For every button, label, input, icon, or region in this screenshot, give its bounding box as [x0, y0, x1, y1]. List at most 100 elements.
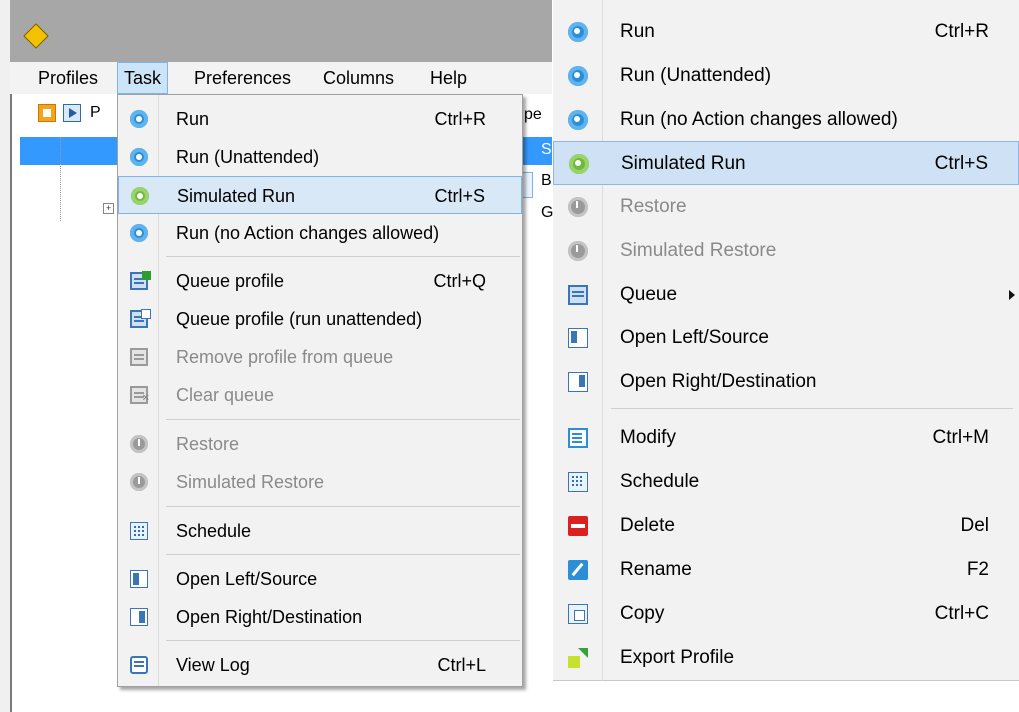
menu-item-label: Simulated Run: [177, 186, 296, 206]
menu-item-label: Run: [176, 109, 210, 129]
context-item-queue[interactable]: Queue: [553, 273, 1019, 317]
rename-icon: [568, 560, 588, 580]
menu-item-label: Restore: [620, 196, 687, 217]
tree-expand-icon[interactable]: +: [103, 203, 114, 214]
gear-icon: [568, 22, 588, 42]
gear-green-icon: [569, 154, 589, 174]
schedule-icon: [568, 472, 588, 492]
menu-item-label: Delete: [620, 515, 675, 536]
tree-header-fragment: P: [90, 104, 101, 121]
menu-item-run[interactable]: Run Ctrl+R: [118, 100, 522, 138]
menu-item-restore: Restore: [118, 425, 522, 463]
menu-item-label: Queue: [620, 284, 678, 305]
right-destination-icon: [568, 372, 588, 392]
menu-item-shortcut: Ctrl+R: [934, 21, 989, 42]
context-item-schedule[interactable]: Schedule: [553, 460, 1019, 504]
menu-item-view-log[interactable]: View Log Ctrl+L: [118, 646, 522, 684]
context-item-run[interactable]: Run Ctrl+R: [553, 10, 1019, 54]
menu-profiles[interactable]: Profiles: [32, 62, 104, 94]
column-header-fragment: pe: [524, 106, 542, 123]
context-item-run-unattended[interactable]: Run (Unattended): [553, 54, 1019, 98]
menu-item-label: Run (no Action changes allowed): [176, 223, 440, 243]
stop-icon[interactable]: [38, 104, 56, 122]
menu-item-queue-profile-unattended[interactable]: Queue profile (run unattended): [118, 300, 522, 338]
menu-item-schedule[interactable]: Schedule: [118, 512, 522, 550]
menu-item-shortcut: Ctrl+M: [932, 427, 989, 448]
menu-item-label: Copy: [620, 603, 665, 624]
schedule-icon: [130, 522, 148, 540]
menu-item-label: Schedule: [176, 521, 252, 541]
menu-separator: [166, 554, 520, 555]
play-icon[interactable]: [63, 104, 81, 122]
menu-columns[interactable]: Columns: [317, 62, 400, 94]
menu-separator: [611, 408, 1013, 409]
gear-icon: [130, 224, 148, 242]
menu-item-label: Run (Unattended): [620, 65, 772, 86]
submenu-arrow-icon: [1009, 290, 1015, 300]
log-icon: [130, 656, 148, 674]
modify-icon: [568, 428, 588, 448]
context-item-open-left-source[interactable]: Open Left/Source: [553, 316, 1019, 360]
context-item-modify[interactable]: Modify Ctrl+M: [553, 416, 1019, 460]
menu-item-open-left-source[interactable]: Open Left/Source: [118, 560, 522, 598]
gear-green-icon: [131, 187, 149, 205]
row-fragment-3: G: [541, 204, 554, 221]
row-fragment-1: S: [541, 141, 552, 158]
clock-icon: [130, 473, 148, 491]
row-fragment-2: B: [541, 172, 552, 189]
queue-add-icon: [130, 271, 151, 290]
menu-item-simulated-run[interactable]: Simulated Run Ctrl+S: [118, 176, 522, 214]
queue-add-unattended-icon: [130, 309, 151, 328]
menu-item-shortcut: Ctrl+L: [437, 655, 486, 675]
menu-item-remove-from-queue: Remove profile from queue: [118, 338, 522, 376]
context-item-simulated-run[interactable]: Simulated Run Ctrl+S: [553, 141, 1019, 185]
context-item-copy[interactable]: Copy Ctrl+C: [553, 592, 1019, 636]
menu-item-run-no-action-changes[interactable]: Run (no Action changes allowed): [118, 214, 522, 252]
clock-icon: [568, 241, 588, 261]
menu-separator: [166, 640, 520, 641]
menu-separator: [166, 256, 520, 257]
queue-icon: [568, 285, 588, 305]
menu-item-shortcut: Ctrl+R: [434, 109, 486, 129]
menu-item-queue-profile[interactable]: Queue profile Ctrl+Q: [118, 262, 522, 300]
context-item-export-profile[interactable]: Export Profile: [553, 636, 1019, 680]
menu-item-label: Simulated Restore: [620, 240, 777, 261]
menu-item-shortcut: Ctrl+C: [934, 603, 989, 624]
delete-icon: [568, 516, 588, 536]
gear-icon: [130, 110, 148, 128]
menu-item-shortcut: Ctrl+Q: [433, 271, 486, 291]
copy-icon: [568, 604, 588, 624]
menu-item-run-unattended[interactable]: Run (Unattended): [118, 138, 522, 176]
left-source-icon: [568, 328, 588, 348]
menu-item-clear-queue: ✕ Clear queue: [118, 376, 522, 414]
menu-item-label: Open Left/Source: [176, 569, 318, 589]
context-item-rename[interactable]: Rename F2: [553, 548, 1019, 592]
menu-item-label: Simulated Run: [621, 153, 746, 174]
queue-clear-icon: ✕: [130, 386, 150, 404]
menu-item-label: Run (Unattended): [176, 147, 320, 167]
menu-item-shortcut: Ctrl+S: [934, 153, 988, 174]
profile-context-menu: Run Ctrl+R Run (Unattended) Run (no Acti…: [553, 0, 1019, 681]
menu-item-open-right-destination[interactable]: Open Right/Destination: [118, 598, 522, 636]
context-item-open-right-destination[interactable]: Open Right/Destination: [553, 360, 1019, 404]
menu-item-label: Simulated Restore: [176, 472, 325, 492]
context-item-delete[interactable]: Delete Del: [553, 504, 1019, 548]
menu-item-label: Schedule: [620, 471, 700, 492]
clock-icon: [568, 197, 588, 217]
context-item-run-no-action-changes[interactable]: Run (no Action changes allowed): [553, 98, 1019, 142]
menu-item-label: Queue profile (run unattended): [176, 309, 423, 329]
title-bar: [10, 0, 552, 62]
menu-preferences[interactable]: Preferences: [188, 62, 297, 94]
menu-item-label: Rename: [620, 559, 692, 580]
menu-task[interactable]: Task: [117, 62, 169, 94]
export-icon: [568, 648, 588, 668]
menu-item-label: Run (no Action changes allowed): [620, 109, 898, 130]
menu-item-label: Run: [620, 21, 655, 42]
menu-item-label: Restore: [176, 434, 240, 454]
menu-bar: Profiles Task Preferences Columns Help: [10, 62, 552, 94]
menu-item-simulated-restore: Simulated Restore: [118, 463, 522, 501]
menu-item-label: Modify: [620, 427, 676, 448]
menu-help[interactable]: Help: [424, 62, 473, 94]
menu-separator: [166, 506, 520, 507]
menu-item-label: View Log: [176, 655, 250, 675]
